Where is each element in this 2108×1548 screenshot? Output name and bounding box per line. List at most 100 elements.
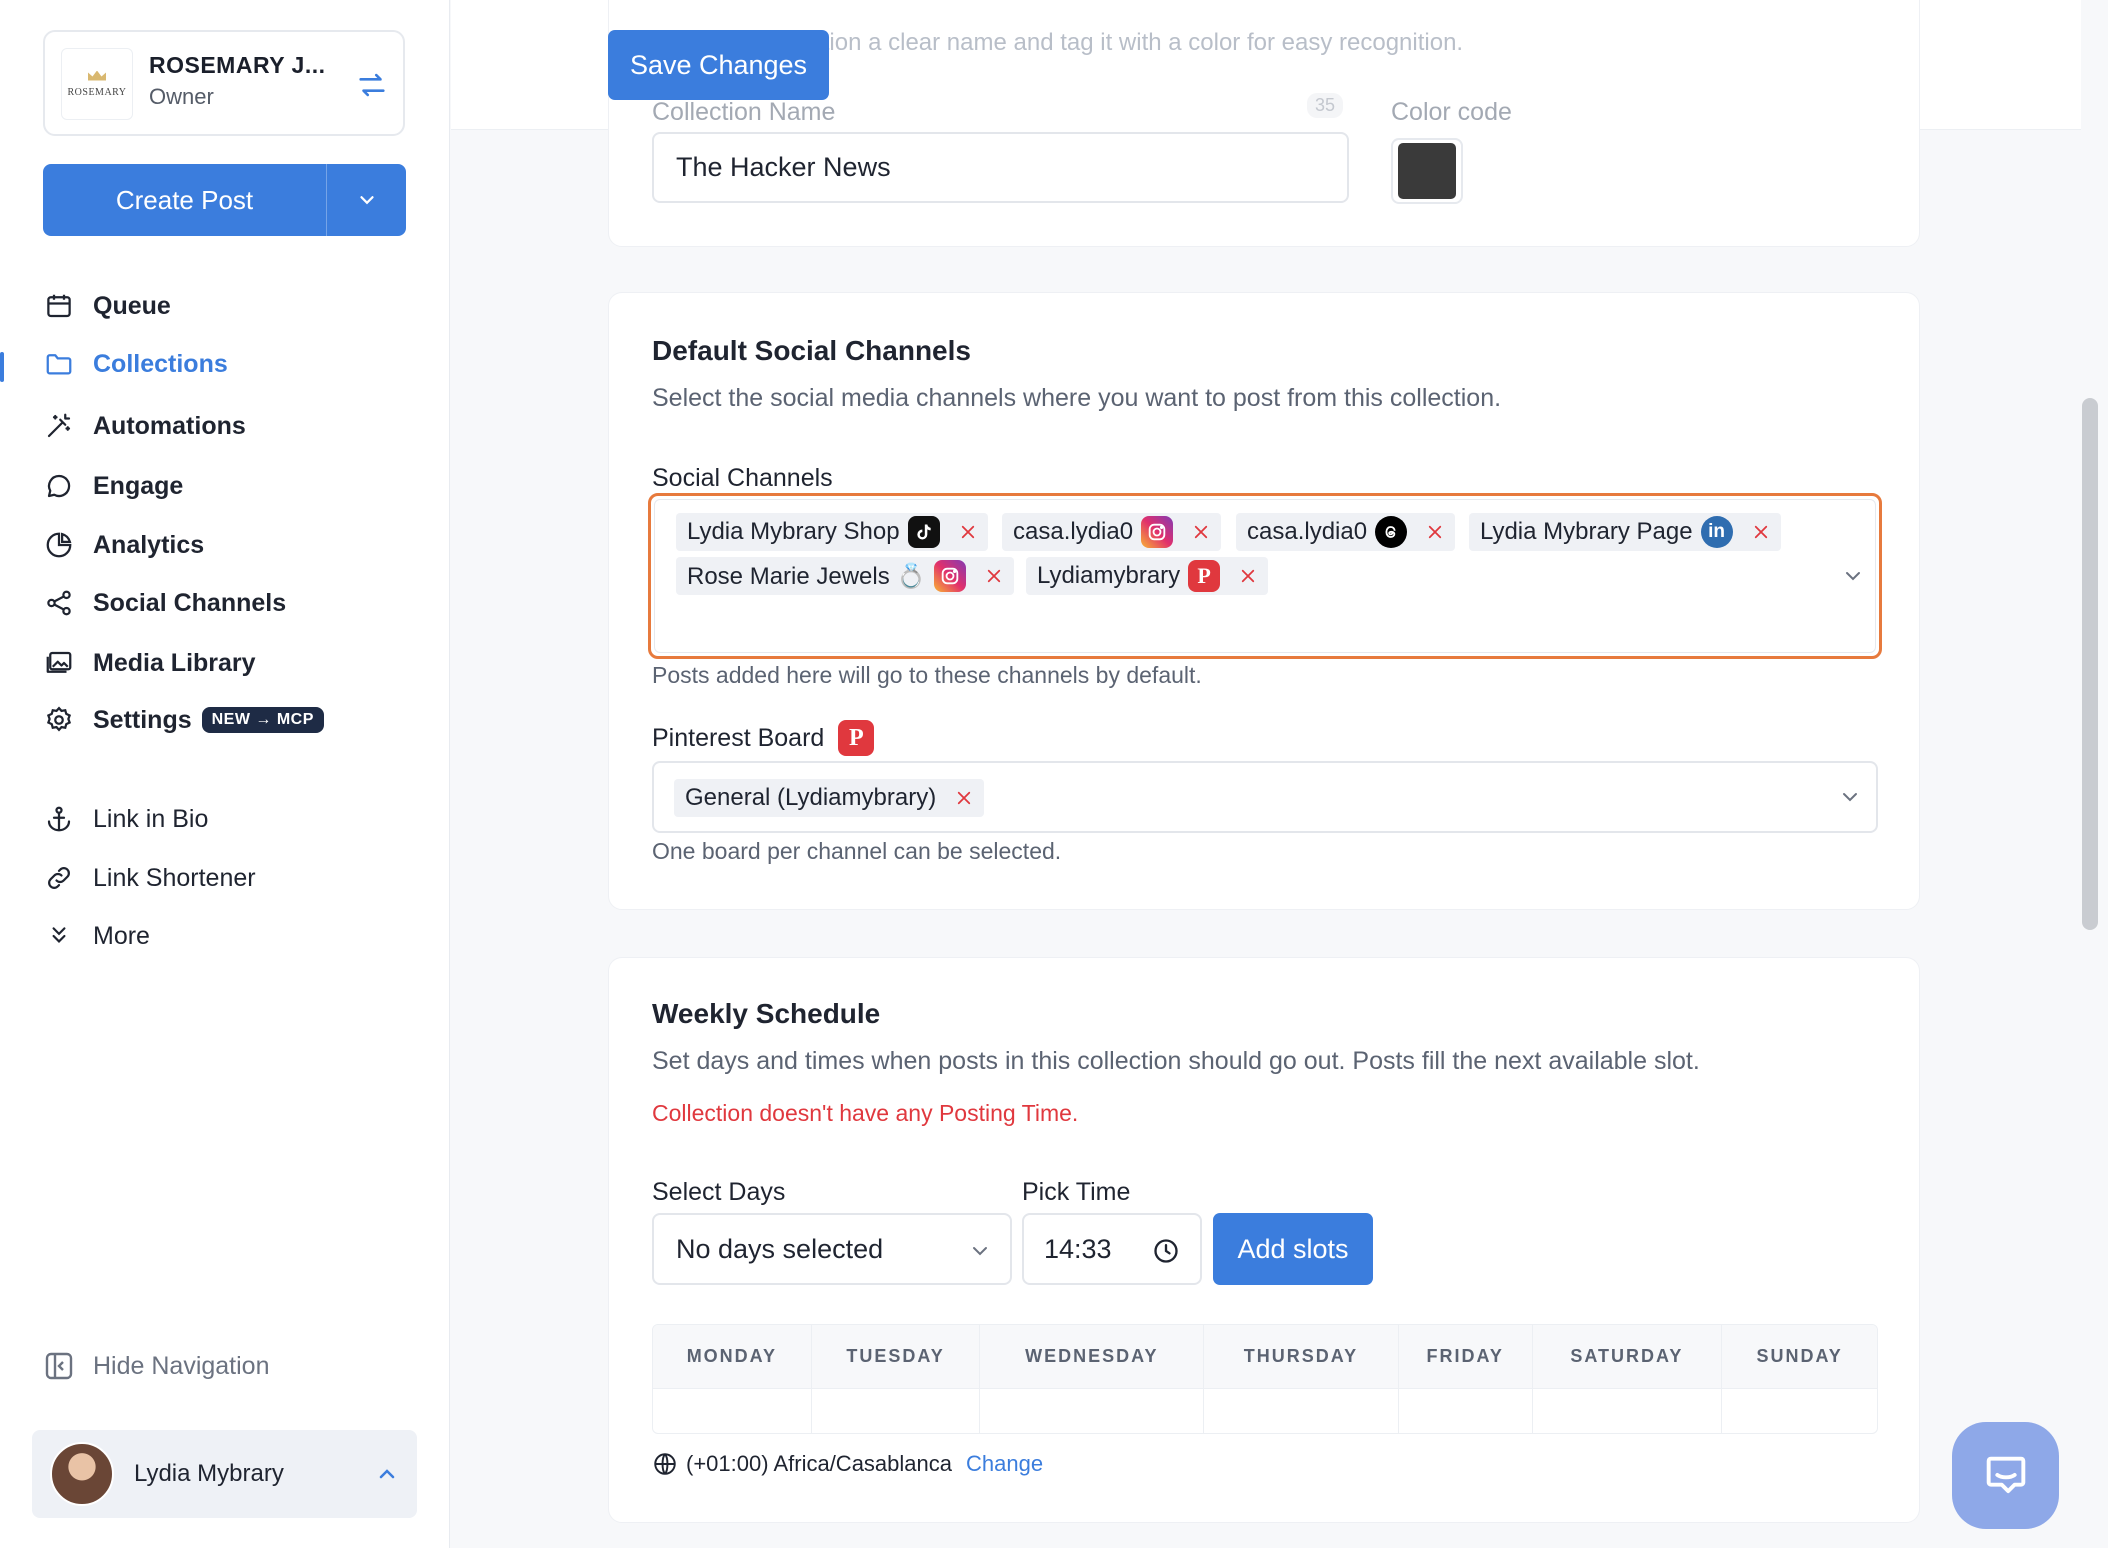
chat-bubble-icon (43, 470, 75, 502)
remove-chip-button[interactable] (974, 557, 1014, 595)
account-name: ROSEMARY J... (149, 52, 326, 78)
anchor-icon (43, 803, 75, 835)
scrollbar[interactable] (2082, 398, 2098, 930)
chevron-down-icon (359, 196, 374, 205)
chevron-down-icon[interactable] (1838, 785, 1862, 809)
pinterest-board-select[interactable]: General (Lydiamybrary) (652, 761, 1878, 833)
sidebar-item-analytics[interactable]: Analytics (43, 525, 204, 565)
close-icon (958, 791, 971, 805)
channel-chip: Rose Marie Jewels 💍 (676, 557, 1015, 595)
channel-chip: Lydia Mybrary Shop (676, 513, 988, 551)
sidebar-item-label: Queue (93, 291, 171, 320)
hide-navigation-label: Hide Navigation (93, 1351, 270, 1380)
select-days-label: Select Days (652, 1178, 786, 1206)
sidebar-item-label: Media Library (93, 648, 256, 677)
sidebar-item-engage[interactable]: Engage (43, 466, 183, 506)
close-icon (988, 569, 1001, 583)
day-slot-cell (980, 1389, 1205, 1433)
channel-chip: casa.lydia0 (1002, 513, 1222, 551)
color-swatch (1398, 143, 1456, 199)
remove-chip-button[interactable] (1415, 513, 1455, 551)
day-header-thursday: THURSDAY (1204, 1325, 1399, 1388)
collection-name-label: Collection Name (652, 98, 836, 126)
pinterest-icon: P (1188, 560, 1221, 592)
days-select-value: No days selected (676, 1233, 884, 1264)
account-role: Owner (149, 84, 214, 109)
close-icon (1428, 525, 1442, 539)
create-post-button[interactable]: Create Post (43, 164, 326, 236)
schedule-header-row: MONDAY TUESDAY WEDNESDAY THURSDAY FRIDAY… (653, 1325, 1877, 1389)
globe-icon (654, 1453, 676, 1475)
active-indicator (0, 352, 4, 382)
channels-help-text: Posts added here will go to these channe… (652, 662, 1202, 688)
sidebar-item-label: Collections (93, 349, 228, 378)
weekly-schedule-card: Weekly Schedule Set days and times when … (608, 957, 1920, 1523)
sidebar-item-link-shortener[interactable]: Link Shortener (43, 858, 256, 898)
day-header-friday: FRIDAY (1399, 1325, 1533, 1388)
sidebar-item-link-in-bio[interactable]: Link in Bio (43, 799, 208, 839)
social-channels-label: Social Channels (652, 464, 833, 492)
switch-account-icon[interactable] (355, 68, 389, 102)
change-timezone-link[interactable]: Change (966, 1451, 1043, 1477)
sidebar-item-automations[interactable]: Automations (43, 406, 246, 446)
share-icon (43, 587, 75, 619)
default-channels-card: Default Social Channels Select the socia… (608, 292, 1920, 910)
days-select[interactable]: No days selected (652, 1213, 1012, 1285)
close-icon (1242, 569, 1255, 583)
create-post-dropdown[interactable] (326, 164, 406, 236)
crown-icon (88, 70, 106, 81)
color-picker[interactable] (1391, 138, 1463, 204)
remove-chip-button[interactable] (1181, 513, 1221, 551)
chat-bubble-icon (1986, 1456, 2025, 1493)
hide-navigation-button[interactable]: Hide Navigation (43, 1350, 270, 1382)
collection-name-input[interactable]: The Hacker News (652, 132, 1349, 203)
day-header-tuesday: TUESDAY (812, 1325, 981, 1388)
sidebar-item-collections[interactable]: Collections (43, 344, 228, 384)
add-slots-button[interactable]: Add slots (1213, 1213, 1373, 1285)
sidebar-item-more[interactable]: More (43, 916, 150, 956)
tiktok-icon (907, 516, 940, 548)
sidebar-item-label: Automations (93, 411, 246, 440)
chip-label: Lydia Mybrary Page (1480, 518, 1693, 545)
account-switcher[interactable]: ROSEMARY ROSEMARY J... Owner (43, 30, 405, 136)
new-feature-badge: NEW → MCP (201, 707, 324, 733)
remove-chip-button[interactable] (1228, 557, 1268, 595)
time-input[interactable]: 14:33 (1022, 1213, 1202, 1285)
pinterest-help-text: One board per channel can be selected. (652, 838, 1062, 864)
support-chat-button[interactable] (1952, 1422, 2059, 1529)
user-name: Lydia Mybrary (134, 1460, 284, 1487)
sidebar-item-label: More (93, 921, 150, 950)
sidebar-item-media-library[interactable]: Media Library (43, 643, 256, 683)
schedule-slots-row (653, 1389, 1877, 1433)
remove-chip-button[interactable] (944, 779, 984, 817)
channel-chip: Lydiamybrary P (1026, 557, 1269, 595)
remove-chip-button[interactable] (1741, 513, 1781, 551)
pinterest-board-label-row: Pinterest Board P (652, 720, 875, 756)
create-post-button-group: Create Post (43, 164, 406, 236)
account-logo: ROSEMARY (61, 48, 133, 120)
board-chip: General (Lydiamybrary) (674, 779, 985, 817)
sidebar-item-social-channels[interactable]: Social Channels (43, 583, 286, 623)
sidebar-item-label: Link in Bio (93, 804, 209, 833)
clock-icon (1154, 1239, 1178, 1263)
save-changes-button[interactable]: Save Changes (608, 30, 829, 100)
chip-label: Lydiamybrary (1037, 562, 1181, 589)
remove-chip-button[interactable] (948, 513, 988, 551)
section-description: Set days and times when posts in this co… (652, 1047, 1700, 1075)
calendar-icon (43, 290, 75, 322)
chip-label: casa.lydia0 (1247, 518, 1368, 545)
timezone-value: (+01:00) Africa/Casablanca (686, 1451, 952, 1476)
sidebar-item-queue[interactable]: Queue (43, 286, 171, 326)
sidebar: ROSEMARY ROSEMARY J... Owner Create Post… (0, 0, 450, 1548)
sidebar-item-label: Engage (93, 471, 184, 500)
social-channels-multiselect[interactable]: Lydia Mybrary Shop casa.lydia0 casa.lydi… (648, 493, 1882, 659)
day-slot-cell (1533, 1389, 1723, 1433)
user-menu[interactable]: Lydia Mybrary (32, 1430, 417, 1518)
chevron-down-icon[interactable] (1841, 564, 1865, 588)
day-slot-cell (812, 1389, 981, 1433)
sidebar-item-settings[interactable]: Settings NEW → MCP (43, 700, 324, 740)
chip-label: General (Lydiamybrary) (685, 784, 937, 811)
instagram-icon (1141, 516, 1174, 548)
double-chevron-down-icon (43, 920, 75, 952)
pie-chart-icon (43, 529, 75, 561)
